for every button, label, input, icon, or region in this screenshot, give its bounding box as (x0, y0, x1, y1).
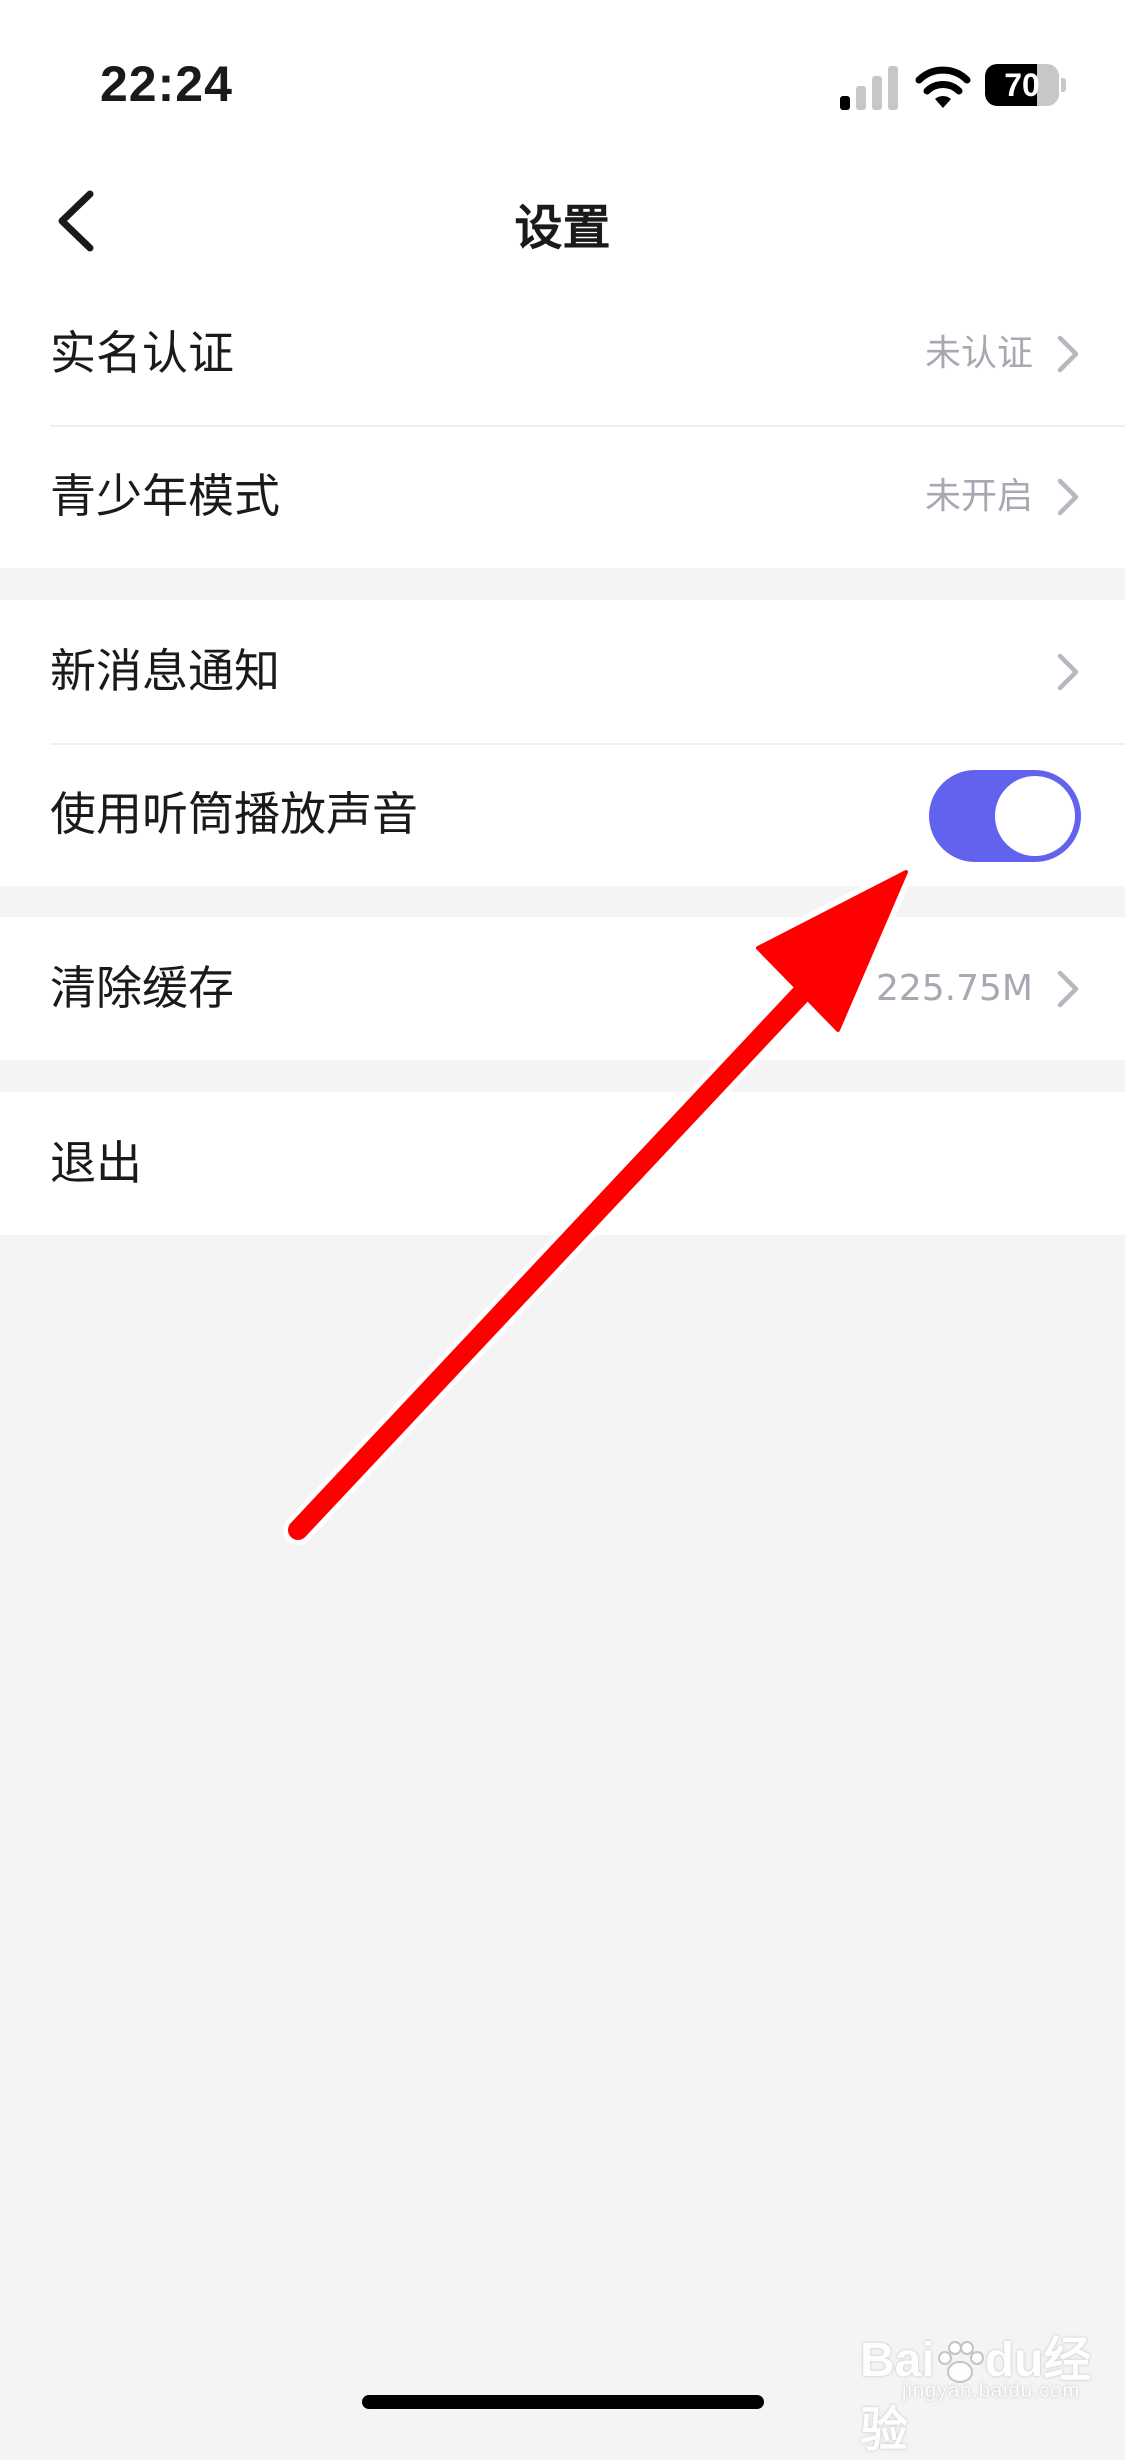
chevron-right-icon (1057, 653, 1079, 691)
chevron-right-icon (1057, 970, 1079, 1008)
settings-group-logout: 退出 (0, 1092, 1125, 1235)
row-value: 未认证 (924, 333, 1033, 374)
row-label: 青少年模式 (50, 469, 280, 523)
settings-row-teen-mode[interactable]: 青少年模式 未开启 (0, 425, 1125, 568)
wifi-icon (915, 66, 971, 108)
signal-icon (840, 66, 898, 110)
settings-row-real-name[interactable]: 实名认证 未认证 (0, 282, 1125, 425)
battery-icon: 70 (985, 64, 1067, 108)
logout-label: 退出 (50, 1136, 142, 1190)
page-title: 设置 (514, 200, 611, 256)
chevron-right-icon (1057, 335, 1079, 373)
settings-group-account: 实名认证 未认证 青少年模式 未开启 (0, 282, 1125, 568)
chevron-right-icon (1057, 478, 1079, 516)
home-indicator (362, 2395, 764, 2409)
earpiece-toggle[interactable] (929, 770, 1081, 862)
toggle-knob (995, 776, 1075, 856)
settings-row-earpiece-audio: 使用听筒播放声音 (0, 743, 1125, 886)
settings-row-new-message[interactable]: 新消息通知 (0, 600, 1125, 743)
battery-body: 70 (985, 64, 1059, 106)
baidu-watermark: Bai du经验 jingyan.baidu.com (860, 2320, 1125, 2460)
row-label: 实名认证 (50, 326, 234, 380)
battery-level: 70 (1004, 67, 1040, 103)
battery-tip (1061, 78, 1066, 92)
cache-size: 225.75M (875, 968, 1033, 1009)
settings-group-cache: 清除缓存 225.75M (0, 917, 1125, 1060)
settings-group-notifications: 新消息通知 使用听筒播放声音 (0, 600, 1125, 886)
settings-row-logout[interactable]: 退出 (0, 1092, 1125, 1235)
row-label: 使用听筒播放声音 (50, 787, 418, 841)
settings-row-clear-cache[interactable]: 清除缓存 225.75M (0, 917, 1125, 1060)
nav-bar: 设置 (0, 160, 1125, 282)
status-time: 22:24 (100, 56, 233, 112)
status-bar: 22:24 70 (0, 0, 1125, 160)
row-value: 未开启 (924, 476, 1033, 517)
row-label: 清除缓存 (50, 961, 234, 1015)
row-label: 新消息通知 (50, 644, 280, 698)
watermark-url: jingyan.baidu.com (902, 2380, 1081, 2402)
